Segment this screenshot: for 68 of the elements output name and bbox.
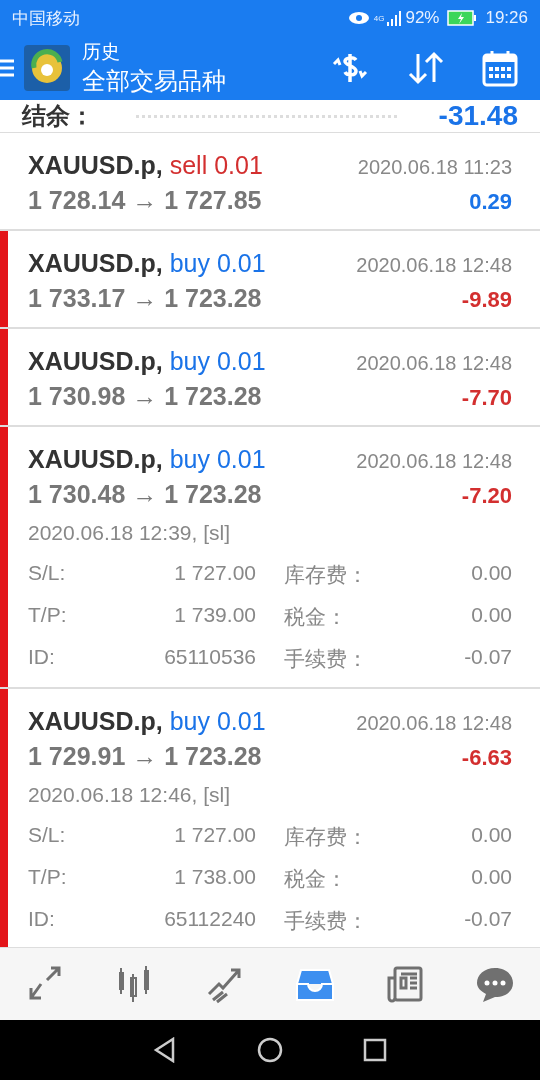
eye-icon <box>347 11 370 25</box>
detail-value: 1 727.00 <box>173 561 256 586</box>
trade-title: XAUUSD.p, sell 0.01 <box>28 151 263 180</box>
menu-icon[interactable] <box>0 58 16 78</box>
detail-label: T/P: <box>28 603 68 628</box>
network-label: 4G <box>373 13 385 23</box>
trade-profit: -7.20 <box>461 483 512 509</box>
detail-label: 库存费： <box>283 824 369 850</box>
trade-title: XAUUSD.p, buy 0.01 <box>28 249 266 278</box>
trade-profit: -7.70 <box>461 385 512 411</box>
signal-icon <box>386 10 403 26</box>
trade-time: 2020.06.18 11:23 <box>357 156 512 179</box>
balance-label: 结余： <box>22 101 94 131</box>
trade-time: 2020.06.18 12:48 <box>356 352 512 375</box>
screen-subtitle: 全部交易品种 <box>82 66 226 96</box>
trade-time: 2020.06.18 12:48 <box>356 254 512 277</box>
sort-icon[interactable] <box>406 50 446 86</box>
trade-prices: 1 728.14 → 1 727.85 <box>28 186 262 215</box>
detail-value: 1 727.00 <box>173 823 256 848</box>
home-icon[interactable] <box>257 1037 283 1063</box>
trade-profit: 0.29 <box>469 189 512 215</box>
trade-row[interactable]: XAUUSD.p, buy 0.01 2020.06.18 12:48 1 730.98 → 1 723.28 -7.70 <box>0 329 540 427</box>
recents-icon[interactable] <box>363 1038 387 1062</box>
trade-prices: 1 730.98 → 1 723.28 <box>28 382 262 411</box>
trade-time: 2020.06.18 12:48 <box>356 450 512 473</box>
trade-title: XAUUSD.p, buy 0.01 <box>28 445 266 474</box>
detail-label: 税金： <box>283 604 348 630</box>
detail-label: ID: <box>28 907 56 932</box>
trade-title: XAUUSD.p, buy 0.01 <box>28 707 266 736</box>
detail-value: -0.07 <box>463 645 512 670</box>
trade-prices: 1 730.48 → 1 723.28 <box>28 480 262 509</box>
detail-label: ID: <box>28 645 56 670</box>
open-time: 2020.06.18 12:46, [sl] <box>28 783 231 807</box>
battery-icon <box>447 10 478 26</box>
calendar-icon[interactable] <box>482 49 518 87</box>
detail-value: 65112240 <box>163 907 256 932</box>
trade-prices: 1 729.91 → 1 723.28 <box>28 742 262 771</box>
battery-percent: 92% <box>405 8 440 28</box>
trade-row[interactable]: XAUUSD.p, sell 0.01 2020.06.18 11:23 1 728.14 → 1 727.85 0.29 <box>0 133 540 231</box>
detail-label: 库存费： <box>283 562 369 588</box>
detail-label: S/L: <box>28 823 67 848</box>
detail-label: S/L: <box>28 561 67 586</box>
clock-time: 19:26 <box>485 8 528 28</box>
trade-row[interactable]: XAUUSD.p, buy 0.01 2020.06.18 12:48 1 733.17 → 1 723.28 -9.89 <box>0 231 540 329</box>
detail-label: 税金： <box>283 866 348 892</box>
detail-label: T/P: <box>28 865 68 890</box>
back-icon[interactable] <box>153 1037 177 1063</box>
carrier-name: 中国移动 <box>12 7 80 30</box>
detail-value: -0.07 <box>463 907 512 932</box>
detail-value: 0.00 <box>470 823 512 848</box>
detail-value: 0.00 <box>470 561 512 586</box>
screen-title: 历史 <box>82 40 121 64</box>
trade-profit: -6.63 <box>461 745 512 771</box>
detail-value: 1 739.00 <box>173 603 256 628</box>
detail-value: 1 738.00 <box>173 865 256 890</box>
detail-label: 手续费： <box>283 908 369 934</box>
detail-value: 65110536 <box>163 645 256 670</box>
trade-row[interactable]: XAUUSD.p, buy 0.01 2020.06.18 12:48 1 730.48 → 1 723.28 -7.20 2020.06.18 12:39, [sl] S/L: 1 727.00 库存费： 0.00 T/P: 1 739.00 税金： 0.00 ID: 65110536 手续费： -0.07 <box>0 427 540 689</box>
detail-value: 0.00 <box>470 865 512 890</box>
detail-label: 手续费： <box>283 646 369 672</box>
trade-prices: 1 733.17 → 1 723.28 <box>28 284 262 313</box>
balance-value: -31.48 <box>438 100 518 132</box>
trade-time: 2020.06.18 12:48 <box>356 712 512 735</box>
trade-title: XAUUSD.p, buy 0.01 <box>28 347 266 376</box>
detail-value: 0.00 <box>470 603 512 628</box>
open-time: 2020.06.18 12:39, [sl] <box>28 521 231 545</box>
app-logo-icon <box>24 45 70 91</box>
trade-profit: -9.89 <box>461 287 512 313</box>
